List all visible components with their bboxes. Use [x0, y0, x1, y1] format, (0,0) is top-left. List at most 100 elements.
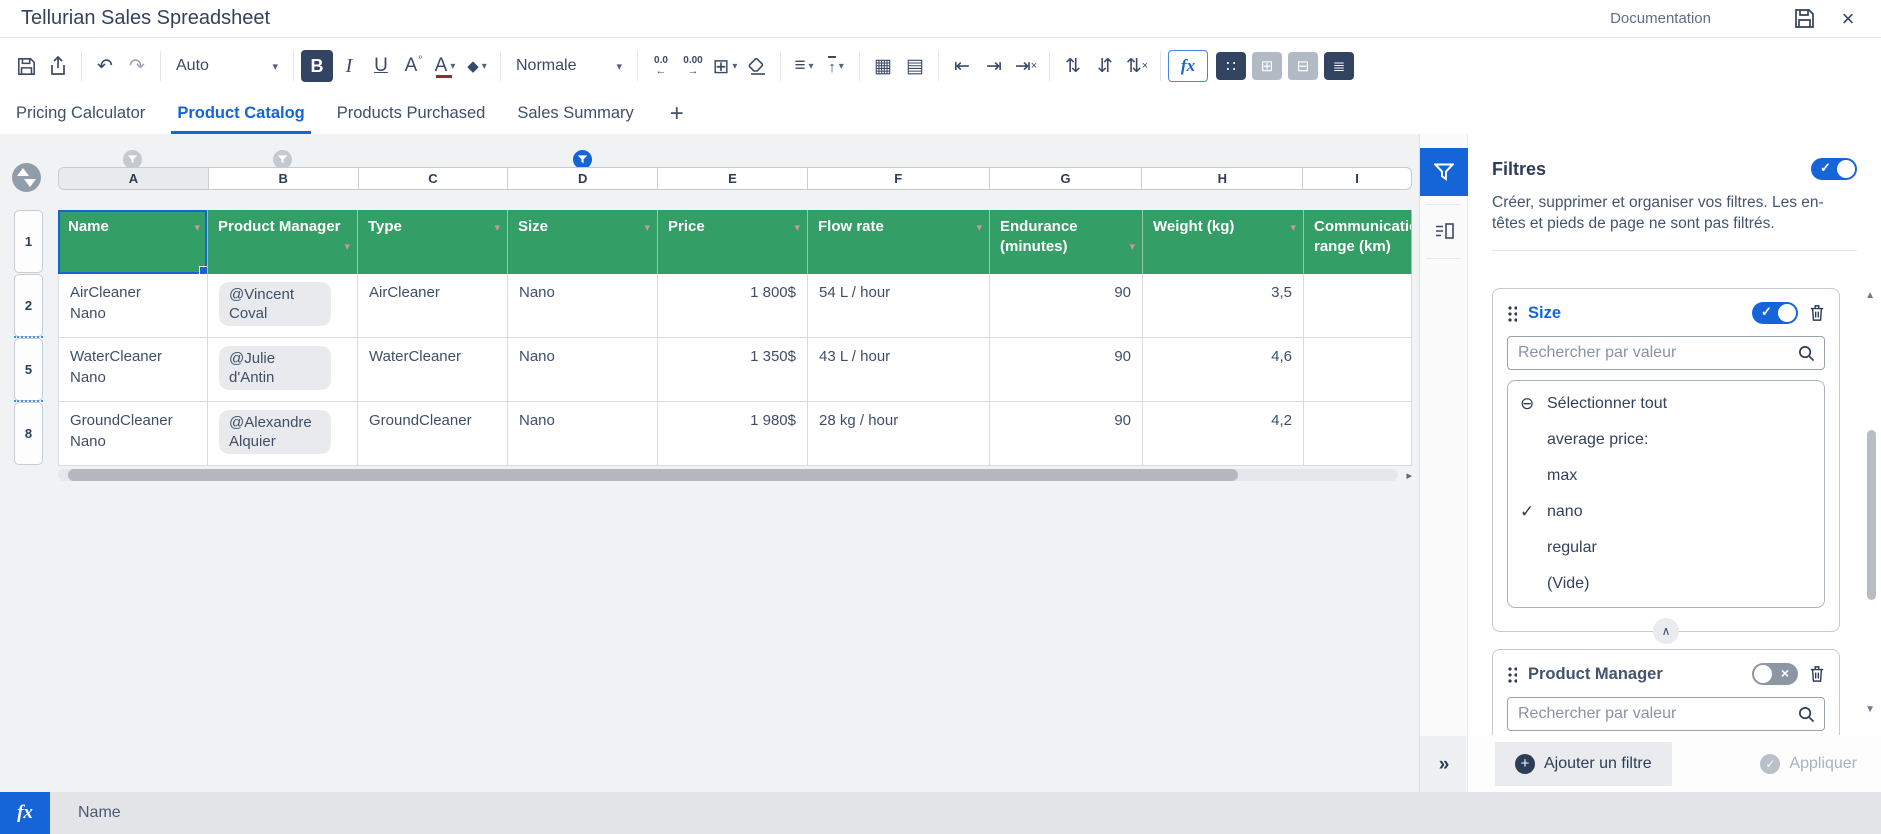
- chevron-down-icon[interactable]: ▾: [644, 218, 650, 238]
- cell-a8[interactable]: GroundCleaner Nano: [58, 402, 208, 466]
- column-header-c[interactable]: C: [359, 168, 509, 189]
- panel-scroll-down-icon[interactable]: ▼: [1865, 704, 1875, 715]
- cell-i8[interactable]: [1304, 402, 1412, 466]
- scrollbar-thumb[interactable]: [68, 469, 1238, 481]
- chevron-down-icon[interactable]: ▾: [194, 218, 200, 238]
- cell-i5[interactable]: [1304, 338, 1412, 402]
- merge-across-button[interactable]: ▤: [899, 50, 931, 82]
- column-header-d[interactable]: D: [508, 168, 658, 189]
- bold-button[interactable]: B: [301, 50, 333, 82]
- apply-button-disabled[interactable]: ✓ Appliquer: [1760, 754, 1857, 774]
- filter-option[interactable]: average price:: [1508, 422, 1824, 458]
- cell-e2[interactable]: 1 800$: [658, 274, 808, 338]
- panel-scrollbar-thumb[interactable]: [1867, 430, 1876, 600]
- add-sheet-button[interactable]: +: [664, 93, 690, 134]
- row-header-1[interactable]: 1: [14, 210, 43, 273]
- delete-filter-icon[interactable]: [1809, 304, 1825, 322]
- cell-f8[interactable]: 28 kg / hour: [808, 402, 990, 466]
- underline-button[interactable]: U: [365, 50, 397, 82]
- cell-e1[interactable]: Price ▾: [658, 210, 808, 274]
- cell-f2[interactable]: 54 L / hour: [808, 274, 990, 338]
- eraser-icon[interactable]: [741, 50, 773, 82]
- decrease-decimal-button[interactable]: 0.0←: [645, 50, 677, 82]
- cell-style-select[interactable]: Normale ▾: [508, 50, 630, 82]
- column-header-e[interactable]: E: [658, 168, 808, 189]
- cell-h1[interactable]: Weight (kg) ▾: [1143, 210, 1304, 274]
- cell-b5[interactable]: @Julie d'Antin: [208, 338, 358, 402]
- drag-handle-icon[interactable]: [1507, 305, 1517, 322]
- delete-column-button[interactable]: ⇵: [1089, 50, 1121, 82]
- cell-a1-selected[interactable]: Name ▾: [58, 210, 208, 274]
- vertical-align-button[interactable]: ↑ ▾: [820, 50, 852, 82]
- formula-bar-value[interactable]: Name: [50, 804, 121, 822]
- view-tiles-button[interactable]: ⊞: [1252, 52, 1282, 80]
- merge-cells-button[interactable]: ▦: [867, 50, 899, 82]
- cell-b8[interactable]: @Alexandre Alquier: [208, 402, 358, 466]
- increase-decimal-button[interactable]: 0.00→: [677, 50, 709, 82]
- redo-icon[interactable]: ↷: [121, 50, 153, 82]
- cell-d5[interactable]: Nano: [508, 338, 658, 402]
- cell-d2[interactable]: Nano: [508, 274, 658, 338]
- collapse-panel-button[interactable]: »: [1420, 754, 1468, 776]
- undo-icon[interactable]: ↶: [89, 50, 121, 82]
- filters-master-toggle[interactable]: ✓: [1811, 158, 1857, 180]
- cell-h2[interactable]: 3,5: [1143, 274, 1304, 338]
- cell-g5[interactable]: 90: [990, 338, 1143, 402]
- column-header-b[interactable]: B: [209, 168, 359, 189]
- chevron-down-icon[interactable]: ▾: [344, 237, 350, 257]
- remove-column-button[interactable]: ⇅×: [1121, 50, 1153, 82]
- cell-i1[interactable]: Communication range (km): [1304, 210, 1412, 274]
- tab-product-catalog[interactable]: Product Catalog: [175, 93, 306, 134]
- filter-funnel-icon[interactable]: [1420, 148, 1468, 196]
- collapse-card-chevron[interactable]: ∧: [1653, 618, 1679, 644]
- product-manager-filter-toggle[interactable]: ×: [1752, 663, 1798, 685]
- cell-e8[interactable]: 1 980$: [658, 402, 808, 466]
- cell-h5[interactable]: 4,6: [1143, 338, 1304, 402]
- add-filter-button[interactable]: + Ajouter un filtre: [1495, 742, 1672, 786]
- product-manager-filter-search[interactable]: [1507, 697, 1825, 731]
- fx-button[interactable]: fx: [0, 792, 50, 834]
- cell-g2[interactable]: 90: [990, 274, 1143, 338]
- font-color-button[interactable]: A ▾: [429, 50, 461, 82]
- chevron-down-icon[interactable]: ▾: [976, 218, 982, 238]
- horizontal-align-button[interactable]: ≡ ▾: [788, 50, 820, 82]
- cell-e5[interactable]: 1 350$: [658, 338, 808, 402]
- chevron-down-icon[interactable]: ▾: [794, 218, 800, 238]
- size-filter-search[interactable]: [1507, 336, 1825, 370]
- panel-scroll-up-icon[interactable]: ▲: [1865, 290, 1875, 301]
- remove-row-button[interactable]: ⇥×: [1010, 50, 1042, 82]
- italic-button[interactable]: I: [333, 50, 365, 82]
- column-header-i[interactable]: I: [1303, 168, 1411, 189]
- delete-filter-icon[interactable]: [1809, 665, 1825, 683]
- filter-option[interactable]: max: [1508, 458, 1824, 494]
- insert-function-button[interactable]: fx: [1168, 50, 1208, 82]
- view-list-button[interactable]: ≣: [1324, 52, 1354, 80]
- cell-c2[interactable]: AirCleaner: [358, 274, 508, 338]
- view-split-button[interactable]: ⊟: [1288, 52, 1318, 80]
- delete-row-button[interactable]: ⇥: [978, 50, 1010, 82]
- cell-c8[interactable]: GroundCleaner: [358, 402, 508, 466]
- tab-pricing-calculator[interactable]: Pricing Calculator: [14, 93, 147, 134]
- row-header-8[interactable]: 8: [14, 402, 43, 465]
- row-header-5[interactable]: 5: [14, 338, 43, 401]
- drag-handle-icon[interactable]: [1507, 666, 1517, 683]
- save-file-icon[interactable]: [10, 50, 42, 82]
- filter-option[interactable]: (Vide): [1508, 566, 1824, 602]
- font-size-select[interactable]: Auto ▾: [168, 50, 286, 82]
- column-header-f[interactable]: F: [808, 168, 990, 189]
- chevron-down-icon[interactable]: ▾: [1129, 237, 1135, 257]
- fill-color-button[interactable]: ◆ ▾: [461, 50, 493, 82]
- row-header-2[interactable]: 2: [14, 274, 43, 337]
- cell-a5[interactable]: WaterCleaner Nano: [58, 338, 208, 402]
- cell-g1[interactable]: Endurance (minutes) ▾: [990, 210, 1143, 274]
- search-input[interactable]: [1518, 705, 1798, 723]
- search-input[interactable]: [1518, 344, 1798, 362]
- select-all-button[interactable]: [12, 163, 41, 192]
- borders-button[interactable]: ⊞ ▾: [709, 50, 741, 82]
- filter-option[interactable]: regular: [1508, 530, 1824, 566]
- filter-option-select-all[interactable]: ⊖ Sélectionner tout: [1508, 386, 1824, 422]
- cell-c5[interactable]: WaterCleaner: [358, 338, 508, 402]
- chevron-down-icon[interactable]: ▾: [1290, 218, 1296, 238]
- documentation-link[interactable]: Documentation: [1610, 10, 1711, 27]
- cell-f5[interactable]: 43 L / hour: [808, 338, 990, 402]
